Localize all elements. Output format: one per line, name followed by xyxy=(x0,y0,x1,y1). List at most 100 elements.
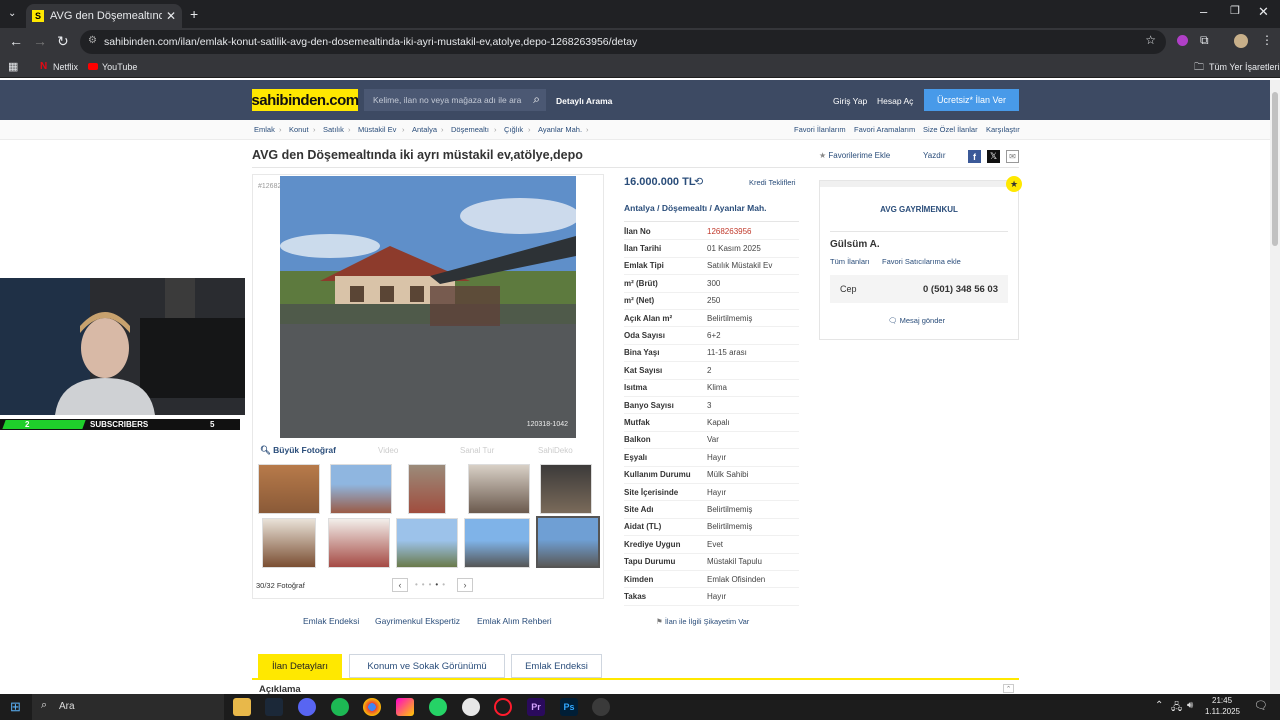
spotify-icon[interactable] xyxy=(331,698,349,716)
breadcrumb-item[interactable]: Emlak xyxy=(254,125,275,134)
login-link[interactable]: Giriş Yap xyxy=(833,96,867,106)
special-listings-link[interactable]: Size Özel İlanlar xyxy=(923,125,978,134)
photo-thumbnail[interactable] xyxy=(396,518,458,568)
tab-real-estate-index[interactable]: Emlak Endeksi xyxy=(511,654,602,678)
location-district[interactable]: Döşemealtı xyxy=(662,203,707,213)
breadcrumb-item[interactable]: Ayanlar Mah. xyxy=(538,125,582,134)
search-input[interactable]: Kelime, ilan no veya mağaza adı ile ara … xyxy=(364,89,546,111)
obs-icon[interactable] xyxy=(592,698,610,716)
extensions-puzzle-icon[interactable]: ⧉ xyxy=(1200,33,1209,48)
extension-icon[interactable] xyxy=(1177,35,1188,46)
location-city[interactable]: Antalya xyxy=(624,203,655,213)
send-message-button[interactable]: 🗨︎ Mesaj gönder xyxy=(888,316,945,325)
network-icon[interactable]: 🖧 xyxy=(1171,700,1182,717)
email-share-icon[interactable]: ✉ xyxy=(1006,150,1019,163)
photo-thumbnail-selected[interactable] xyxy=(536,516,600,568)
report-listing-link[interactable]: ⚑ İlan ile İlgili Şikayetim Var xyxy=(656,617,749,626)
real-estate-index-link[interactable]: Emlak Endeksi xyxy=(303,616,359,626)
new-tab-icon[interactable]: + xyxy=(190,6,198,22)
favorite-searches-link[interactable]: Favori Aramalarım xyxy=(854,125,915,134)
compare-link[interactable]: Karşılaştır xyxy=(986,125,1020,134)
breadcrumb-item[interactable]: Müstakil Ev xyxy=(358,125,396,134)
collapse-icon[interactable]: ⌃ xyxy=(1003,684,1014,693)
back-icon[interactable]: ← xyxy=(9,33,23,49)
volume-icon[interactable]: 🔊︎ xyxy=(1187,700,1193,711)
video-tab[interactable]: Video xyxy=(378,446,398,455)
prev-photo-icon[interactable]: ‹ xyxy=(392,578,408,592)
virtual-tour-tab[interactable]: Sanal Tur xyxy=(460,446,494,455)
tab-location-street-view[interactable]: Konum ve Sokak Görünümü xyxy=(349,654,505,678)
favorite-seller-link[interactable]: Favori Satıcılarıma ekle xyxy=(882,257,961,266)
photo-thumbnail[interactable] xyxy=(408,464,446,514)
address-bar[interactable]: ⚙ sahibinden.com/ilan/emlak-konut-satili… xyxy=(80,30,1166,54)
phone-number[interactable]: 0 (501) 348 56 03 xyxy=(923,284,998,295)
restore-icon[interactable]: ❐ xyxy=(1230,4,1240,17)
window-close-icon[interactable]: ✕ xyxy=(1258,4,1269,20)
taskbar-search[interactable]: ⌕ Ara xyxy=(32,694,224,720)
windows-start-icon[interactable]: ⊞ xyxy=(10,699,21,715)
notifications-icon[interactable]: 🗨︎ xyxy=(1254,699,1268,712)
all-bookmarks[interactable]: Tüm Yer İşaretleri xyxy=(1209,62,1280,72)
bookmark-youtube[interactable]: YouTube xyxy=(102,62,137,72)
location-neighborhood[interactable]: Ayanlar Mah. xyxy=(714,203,767,213)
clock-time[interactable]: 21:45 xyxy=(1212,696,1232,705)
menu-kebab-icon[interactable]: ⋮ xyxy=(1261,33,1273,47)
photos-icon[interactable] xyxy=(396,698,414,716)
apps-grid-icon[interactable]: ▦ xyxy=(8,60,18,73)
site-info-icon[interactable]: ⚙ xyxy=(88,35,97,46)
main-photo[interactable]: 120318-1042 xyxy=(280,176,576,438)
search-icon[interactable]: ⌕ xyxy=(533,92,540,107)
profile-avatar[interactable] xyxy=(1234,34,1248,48)
page-scrollbar[interactable] xyxy=(1270,80,1280,694)
clock-date[interactable]: 1.11.2025 xyxy=(1205,707,1240,716)
forward-icon[interactable]: → xyxy=(33,33,47,49)
price-history-icon[interactable]: ⟲ xyxy=(694,175,703,188)
site-logo[interactable]: sahibinden.com xyxy=(251,89,359,111)
favorite-listings-link[interactable]: Favori İlanlarım xyxy=(794,125,846,134)
add-favorite-button[interactable]: ★ Favorilerime Ekle xyxy=(819,151,890,160)
photo-thumbnail[interactable] xyxy=(328,518,390,568)
scrollbar-thumb[interactable] xyxy=(1272,92,1278,246)
reload-icon[interactable]: ↻ xyxy=(57,33,69,50)
breadcrumb-item[interactable]: Satılık xyxy=(323,125,344,134)
steam-icon[interactable] xyxy=(265,698,283,716)
photo-thumbnail[interactable] xyxy=(258,464,320,514)
whatsapp-icon[interactable] xyxy=(429,698,447,716)
chrome-icon[interactable] xyxy=(363,698,381,716)
credit-offers-link[interactable]: Kredi Teklifleri xyxy=(749,178,796,187)
expertise-link[interactable]: Gayrimenkul Ekspertiz xyxy=(375,616,460,626)
photo-thumbnail[interactable] xyxy=(540,464,592,514)
photo-thumbnail[interactable] xyxy=(262,518,316,568)
all-ads-link[interactable]: Tüm İlanları xyxy=(830,257,870,266)
advanced-search-link[interactable]: Detaylı Arama xyxy=(556,96,612,106)
photoshop-icon[interactable]: Ps xyxy=(560,698,578,716)
photo-thumbnail[interactable] xyxy=(468,464,530,514)
breadcrumb-item[interactable]: Antalya xyxy=(412,125,437,134)
premiere-icon[interactable]: Pr xyxy=(527,698,545,716)
facebook-share-icon[interactable]: f xyxy=(968,150,981,163)
print-link[interactable]: Yazdır xyxy=(923,151,946,160)
file-explorer-icon[interactable] xyxy=(233,698,251,716)
browser-tab[interactable]: S AVG den Döşemealtında iki ayrı ✕ xyxy=(26,4,182,28)
tab-listing-details[interactable]: İlan Detayları xyxy=(258,654,342,678)
close-tab-icon[interactable]: ✕ xyxy=(166,9,176,23)
bookmark-netflix[interactable]: Netflix xyxy=(53,62,78,72)
tray-chevron-icon[interactable]: ⌃ xyxy=(1155,700,1163,711)
register-link[interactable]: Hesap Aç xyxy=(877,96,913,106)
photo-thumbnail[interactable] xyxy=(330,464,392,514)
store-name[interactable]: AVG GAYRİMENKUL xyxy=(820,205,1018,214)
post-ad-button[interactable]: Ücretsiz* İlan Ver xyxy=(924,89,1019,111)
large-photo-tab[interactable]: 🔍︎ Büyük Fotoğraf xyxy=(260,445,336,456)
photo-thumbnail[interactable] xyxy=(464,518,530,568)
bookmark-star-icon[interactable]: ☆ xyxy=(1145,33,1156,47)
breadcrumb-item[interactable]: Çığlık xyxy=(504,125,523,134)
x-share-icon[interactable]: 𝕏 xyxy=(987,150,1000,163)
opera-icon[interactable] xyxy=(494,698,512,716)
buying-guide-link[interactable]: Emlak Alım Rehberi xyxy=(477,616,552,626)
next-photo-icon[interactable]: › xyxy=(457,578,473,592)
breadcrumb-item[interactable]: Konut xyxy=(289,125,309,134)
breadcrumb-item[interactable]: Döşemealtı xyxy=(451,125,489,134)
minimize-icon[interactable]: – xyxy=(1200,4,1207,19)
app-icon[interactable] xyxy=(462,698,480,716)
sahideko-tab[interactable]: SahiDeko xyxy=(538,446,573,455)
